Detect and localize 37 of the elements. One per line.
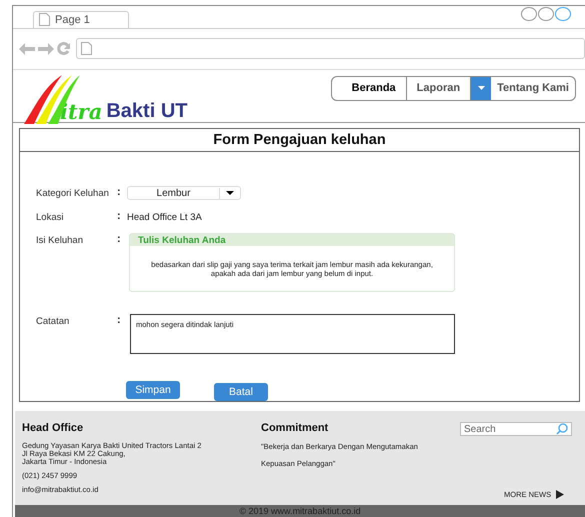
dropdown-button[interactable] [471,76,492,100]
play-icon [556,490,564,499]
forward-icon[interactable] [38,42,54,55]
search-icon [556,423,568,436]
colon: : [117,233,122,246]
footer-heading: Commitment [261,422,330,434]
caret-icon [226,191,234,196]
form-button[interactable]: Batal [214,383,268,402]
field-label: Lokasi [35,211,64,224]
field-label: Catatan [35,315,70,328]
colon: : [117,314,122,326]
colon: : [117,186,122,198]
address-field[interactable] [76,38,585,60]
field-label: Kategori Keluhan [35,187,110,200]
location-value: Head Office Lt 3A [127,211,202,224]
page-icon [39,13,50,26]
reload-icon[interactable] [57,42,70,56]
page-icon [81,42,92,56]
browser-tab[interactable]: Page 1 [33,10,129,28]
search-field[interactable]: Search [460,422,572,436]
category-select[interactable]: Lembur [127,186,241,200]
window-control[interactable] [555,7,571,21]
window-control[interactable] [538,7,554,21]
panel-heading: Tulis Keluhan Anda [130,234,454,246]
logo-text: Bakti UT [106,100,188,122]
colon: : [117,210,122,222]
nav-item[interactable]: Tentang Kami [491,76,575,100]
field-label: Isi Keluhan [35,234,84,246]
copyright-text: © 2019 www.mitrabaktiut.co.id [15,505,585,517]
back-icon[interactable] [19,42,35,55]
logo-text: itra [60,101,102,122]
form-button[interactable]: Simpan [126,381,180,400]
caret-icon [478,86,485,90]
footer-heading: Head Office [22,422,84,434]
window-control[interactable] [521,7,537,21]
nav-item[interactable]: Beranda [332,76,407,100]
form-title: Form Pengajuan keluhan [20,129,579,152]
